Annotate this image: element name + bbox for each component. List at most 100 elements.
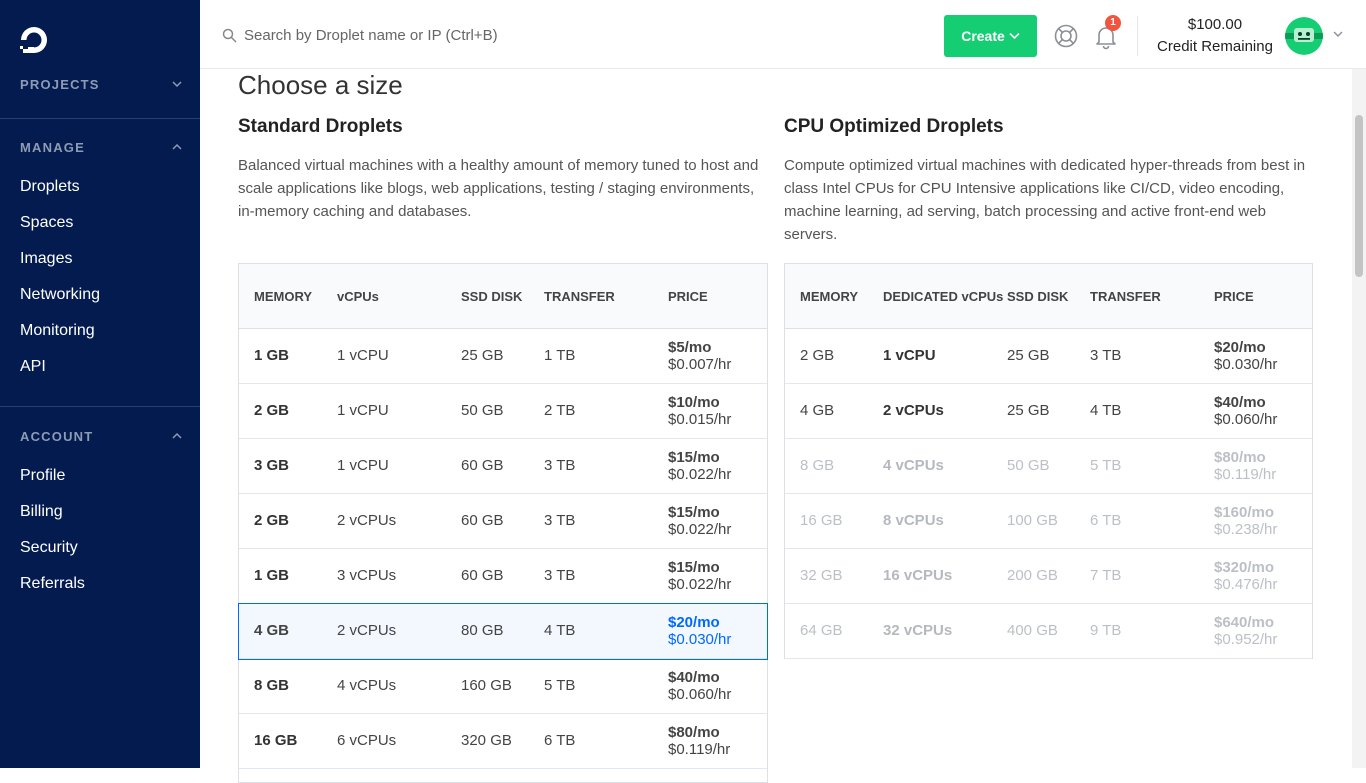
hourly-price: $0.015/hr bbox=[668, 411, 732, 428]
sidebar-item-droplets[interactable]: Droplets bbox=[20, 176, 80, 198]
avatar[interactable] bbox=[1285, 17, 1323, 55]
transfer-cell: 6 TB bbox=[1090, 512, 1122, 529]
monthly-price: $640/mo bbox=[1214, 614, 1275, 631]
transfer-cell: 9 TB bbox=[1090, 622, 1122, 639]
table-row[interactable]: 16 GB 6 vCPUs 320 GB 6 TB $80/mo $0.119/hr bbox=[239, 714, 767, 769]
chevron-up-icon bbox=[172, 432, 182, 439]
memory-cell: 4 GB bbox=[254, 622, 290, 639]
cpu-cell: 8 vCPUs bbox=[883, 512, 944, 529]
transfer-cell: 6 TB bbox=[544, 732, 576, 749]
disk-cell: 25 GB bbox=[461, 347, 504, 364]
sidebar-item-spaces[interactable]: Spaces bbox=[20, 212, 73, 234]
table-row[interactable]: 2 GB 1 vCPU 25 GB 3 TB $20/mo $0.030/hr bbox=[785, 329, 1312, 384]
chevron-down-icon[interactable] bbox=[1333, 30, 1343, 38]
hourly-price: $0.022/hr bbox=[668, 576, 732, 593]
monthly-price: $320/mo bbox=[1214, 559, 1275, 576]
sidebar-item-monitoring[interactable]: Monitoring bbox=[20, 320, 95, 342]
disk-cell: 60 GB bbox=[461, 567, 504, 584]
table-row[interactable]: 2 GB 2 vCPUs 60 GB 3 TB $15/mo $0.022/hr bbox=[239, 494, 767, 549]
disk-cell: 50 GB bbox=[1007, 457, 1050, 474]
table-row[interactable]: 2 GB 1 vCPU 50 GB 2 TB $10/mo $0.015/hr bbox=[239, 384, 767, 439]
memory-cell: 1 GB bbox=[254, 347, 290, 364]
memory-cell: 16 GB bbox=[254, 732, 298, 749]
disk-cell: 25 GB bbox=[1007, 347, 1050, 364]
cpu-optimized-droplets-table: MEMORY DEDICATED vCPUs SSD DISK TRANSFER… bbox=[784, 263, 1313, 659]
cpu-cell: 1 vCPU bbox=[337, 457, 389, 474]
table-row[interactable]: 1 GB 1 vCPU 25 GB 1 TB $5/mo $0.007/hr bbox=[239, 329, 767, 384]
standard-droplets-description: Balanced virtual machines with a healthy… bbox=[238, 157, 759, 220]
cpu-droplets-title: CPU Optimized Droplets bbox=[784, 116, 1004, 137]
transfer-cell: 3 TB bbox=[544, 567, 576, 584]
scrollbar-thumb[interactable] bbox=[1355, 115, 1363, 277]
disk-cell: 160 GB bbox=[461, 677, 512, 694]
memory-cell: 64 GB bbox=[800, 622, 843, 639]
sidebar-item-security[interactable]: Security bbox=[20, 537, 78, 559]
monthly-price: $160/mo bbox=[1214, 504, 1275, 521]
price-cell: $20/mo $0.030/hr bbox=[668, 614, 731, 648]
hourly-price: $0.022/hr bbox=[668, 466, 732, 483]
projects-section-header[interactable]: PROJECTS bbox=[20, 74, 182, 94]
cpu-cell: 4 vCPUs bbox=[883, 457, 944, 474]
transfer-cell: 4 TB bbox=[544, 622, 576, 639]
column-header-price: PRICE bbox=[668, 289, 708, 304]
hourly-price: $0.119/hr bbox=[1214, 466, 1277, 483]
top-bar: Create 1 $100.00 Credit Remaining bbox=[200, 0, 1366, 69]
topbar-divider bbox=[1137, 16, 1138, 56]
transfer-cell: 3 TB bbox=[1090, 347, 1122, 364]
sidebar-item-images[interactable]: Images bbox=[20, 248, 72, 270]
sidebar-item-networking[interactable]: Networking bbox=[20, 284, 100, 306]
table-row: 16 GB 8 vCPUs 100 GB 6 TB $160/mo $0.238/hr bbox=[785, 494, 1312, 549]
sidebar-item-billing[interactable]: Billing bbox=[20, 501, 63, 523]
help-lifebuoy-icon[interactable] bbox=[1053, 23, 1079, 49]
monthly-price: $80/mo bbox=[668, 724, 720, 741]
manage-section-header[interactable]: MANAGE bbox=[20, 137, 182, 157]
table-row[interactable]: 4 GB 2 vCPUs 80 GB 4 TB $20/mo $0.030/hr bbox=[238, 603, 768, 660]
memory-cell: 2 GB bbox=[254, 512, 290, 529]
transfer-cell: 3 TB bbox=[544, 457, 576, 474]
price-cell: $80/mo $0.119/hr bbox=[1214, 449, 1276, 483]
table-row[interactable]: 1 GB 3 vCPUs 60 GB 3 TB $15/mo $0.022/hr bbox=[239, 549, 767, 604]
price-cell: $40/mo $0.060/hr bbox=[668, 669, 731, 703]
notification-badge: 1 bbox=[1105, 15, 1121, 31]
cpu-cell: 3 vCPUs bbox=[337, 567, 397, 584]
price-cell: $15/mo $0.022/hr bbox=[668, 559, 731, 593]
sidebar-item-api[interactable]: API bbox=[20, 356, 46, 378]
search-input[interactable] bbox=[244, 22, 844, 48]
disk-cell: 80 GB bbox=[461, 622, 504, 639]
monthly-price: $15/mo bbox=[668, 449, 720, 466]
memory-cell: 4 GB bbox=[800, 402, 835, 419]
table-row[interactable]: 8 GB 4 vCPUs 160 GB 5 TB $40/mo $0.060/hr bbox=[239, 659, 767, 714]
create-button[interactable]: Create bbox=[944, 15, 1037, 57]
memory-cell: 2 GB bbox=[800, 347, 835, 364]
memory-cell: 16 GB bbox=[800, 512, 843, 529]
disk-cell: 25 GB bbox=[1007, 402, 1050, 419]
transfer-cell: 4 TB bbox=[1090, 402, 1122, 419]
table-row[interactable]: 4 GB 2 vCPUs 25 GB 4 TB $40/mo $0.060/hr bbox=[785, 384, 1312, 439]
table-row: 64 GB 32 vCPUs 400 GB 9 TB $640/mo $0.952/hr bbox=[785, 604, 1312, 659]
disk-cell: 320 GB bbox=[461, 732, 512, 749]
price-cell: $10/mo $0.015/hr bbox=[668, 394, 731, 428]
account-section-header[interactable]: ACCOUNT bbox=[20, 426, 182, 446]
cpu-cell: 32 vCPUs bbox=[883, 622, 953, 639]
hourly-price: $0.952/hr bbox=[1214, 631, 1278, 648]
hourly-price: $0.119/hr bbox=[668, 741, 731, 758]
credit-amount: $100.00 bbox=[1187, 16, 1243, 33]
hourly-price: $0.238/hr bbox=[1214, 521, 1278, 538]
hourly-price: $0.030/hr bbox=[668, 631, 732, 648]
memory-cell: 2 GB bbox=[254, 402, 290, 419]
price-cell: $5/mo $0.007/hr bbox=[668, 339, 731, 373]
memory-cell: 8 GB bbox=[800, 457, 835, 474]
account-label: ACCOUNT bbox=[20, 428, 94, 444]
monthly-price: $80/mo bbox=[1214, 449, 1266, 466]
sidebar-item-profile[interactable]: Profile bbox=[20, 465, 65, 487]
cpu-cell: 6 vCPUs bbox=[337, 732, 397, 749]
table-row: 8 GB 4 vCPUs 50 GB 5 TB $80/mo $0.119/hr bbox=[785, 439, 1312, 494]
monthly-price: $40/mo bbox=[1214, 394, 1266, 411]
table-row[interactable]: 3 GB 1 vCPU 60 GB 3 TB $15/mo $0.022/hr bbox=[239, 439, 767, 494]
cpu-cell: 2 vCPUs bbox=[337, 512, 397, 529]
hourly-price: $0.007/hr bbox=[668, 356, 732, 373]
digitalocean-logo-icon[interactable] bbox=[18, 24, 50, 56]
sidebar-item-referrals[interactable]: Referrals bbox=[20, 573, 85, 595]
table-row: 32 GB 16 vCPUs 200 GB 7 TB $320/mo $0.476/hr bbox=[785, 549, 1312, 604]
sidebar-divider bbox=[0, 406, 200, 407]
